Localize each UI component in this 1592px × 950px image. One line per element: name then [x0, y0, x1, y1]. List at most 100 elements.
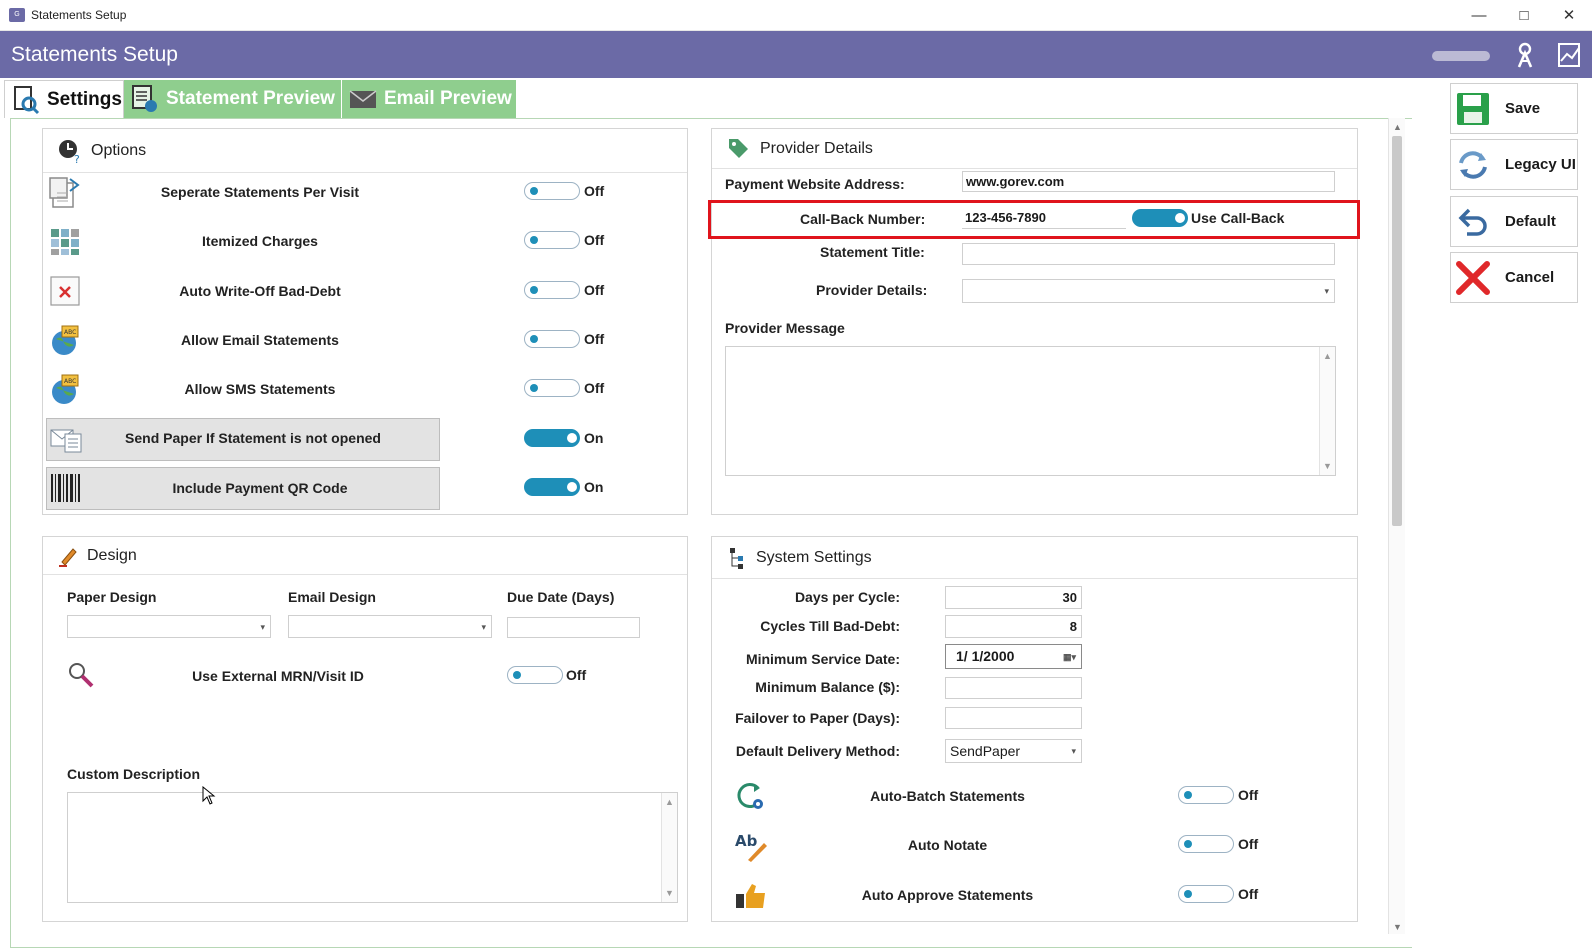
provider-message-label: Provider Message [725, 320, 845, 336]
option-label: Send Paper If Statement is not opened [125, 430, 381, 446]
scroll-down-icon[interactable]: ▼ [665, 888, 674, 898]
auto-batch-toggle[interactable] [1178, 786, 1234, 804]
email-design-label: Email Design [288, 589, 376, 605]
svg-text:Ab: Ab [735, 832, 758, 850]
system-header: System Settings [712, 537, 1357, 579]
allow-sms-toggle[interactable] [524, 379, 580, 397]
spellcheck-pencil-icon: Ab [734, 829, 768, 863]
scroll-up-icon[interactable]: ▲ [1393, 122, 1402, 132]
provider-details-select[interactable]: ▾ [962, 279, 1335, 303]
scroll-down-icon[interactable]: ▼ [1393, 922, 1402, 932]
cycles-bad-debt-label: Cycles Till Bad-Debt: [760, 618, 900, 634]
design-title: Design [87, 546, 137, 564]
scroll-up-icon[interactable]: ▲ [1323, 351, 1332, 361]
refresh-icon [1455, 147, 1493, 183]
auto-notate-toggle[interactable] [1178, 835, 1234, 853]
svg-text:ABC: ABC [64, 378, 76, 385]
red-x-icon [1455, 260, 1493, 296]
tab-settings[interactable]: Settings [4, 80, 124, 118]
due-date-label: Due Date (Days) [507, 589, 615, 605]
allow-email-toggle[interactable] [524, 330, 580, 348]
failover-input[interactable] [945, 707, 1082, 729]
save-button[interactable]: Save [1450, 83, 1578, 134]
page-title: Statements Setup [11, 43, 178, 66]
pencil-icon [57, 545, 79, 567]
external-mrn-label: Use External MRN/Visit ID [192, 668, 364, 684]
toggle-state: Off [584, 282, 605, 298]
envelope-icon [348, 84, 378, 114]
auto-approve-toggle[interactable] [1178, 885, 1234, 903]
options-title: Options [91, 141, 147, 159]
cycles-bad-debt-input[interactable]: 8 [945, 615, 1082, 638]
min-service-date-label: Minimum Service Date: [745, 651, 900, 667]
option-label: Itemized Charges [202, 233, 318, 249]
chevron-down-icon: ▾ [481, 622, 486, 632]
message-scrollbar[interactable]: ▲ ▼ [1319, 347, 1335, 475]
toggle-state: Off [584, 232, 605, 248]
provider-message-textarea[interactable]: ▲ ▼ [725, 346, 1336, 476]
tab-label: Settings [47, 88, 122, 110]
email-design-select[interactable]: ▾ [288, 615, 492, 638]
send-paper-toggle[interactable] [524, 429, 580, 447]
app-header: Statements Setup [0, 31, 1592, 78]
option-label: Allow SMS Statements [184, 381, 336, 397]
tab-statement-preview[interactable]: Statement Preview [124, 80, 341, 118]
maximize-button[interactable]: □ [1501, 4, 1547, 28]
paper-design-select[interactable]: ▾ [67, 615, 271, 638]
chart-icon[interactable] [1557, 41, 1585, 69]
chevron-down-icon: ▾ [1071, 746, 1076, 756]
callback-input[interactable]: 123-456-7890 [962, 208, 1126, 229]
itemized-charges-toggle[interactable] [524, 231, 580, 249]
scroll-down-icon[interactable]: ▼ [1323, 461, 1332, 471]
main-scrollbar[interactable]: ▲ ▼ [1388, 118, 1405, 934]
website-label: Payment Website Address: [725, 176, 905, 192]
legacy-ui-label: Legacy UI [1505, 156, 1576, 173]
delivery-method-label: Default Delivery Method: [735, 743, 900, 759]
refresh-gear-icon [734, 780, 768, 814]
auto-write-off-toggle[interactable] [524, 281, 580, 299]
use-callback-toggle[interactable] [1132, 209, 1188, 227]
external-mrn-toggle[interactable] [507, 666, 563, 684]
statement-title-label: Statement Title: [820, 244, 925, 260]
toggle-state: On [584, 479, 604, 495]
close-button[interactable]: ✕ [1546, 4, 1592, 28]
svg-text:ABC: ABC [64, 329, 76, 336]
user-key-icon[interactable] [1511, 41, 1539, 69]
delivery-method-select[interactable]: SendPaper ▾ [945, 739, 1082, 763]
statement-title-input[interactable] [962, 243, 1335, 265]
include-qr-toggle[interactable] [524, 478, 580, 496]
days-per-cycle-input[interactable]: 30 [945, 586, 1082, 609]
minimize-button[interactable]: — [1456, 4, 1502, 28]
scrollbar-thumb[interactable] [1392, 136, 1402, 526]
save-label: Save [1505, 100, 1541, 117]
floppy-disk-icon [1455, 91, 1493, 127]
magnifier-icon [66, 660, 100, 694]
globe-abc-icon: ABC [48, 323, 82, 357]
default-button[interactable]: Default [1450, 196, 1578, 247]
system-title: System Settings [756, 548, 872, 566]
min-balance-input[interactable] [945, 677, 1082, 699]
description-scrollbar[interactable]: ▲ ▼ [661, 793, 677, 902]
window-titlebar: G Statements Setup — □ ✕ [0, 0, 1592, 31]
scroll-up-icon[interactable]: ▲ [665, 797, 674, 807]
use-callback-label: Use Call-Back [1191, 210, 1285, 226]
tab-email-preview[interactable]: Email Preview [342, 80, 516, 118]
split-document-icon [48, 175, 82, 209]
due-date-input[interactable] [507, 617, 640, 638]
svg-text:?: ? [74, 153, 80, 164]
option-label: Allow Email Statements [181, 332, 339, 348]
custom-description-textarea[interactable]: ▲ ▼ [67, 792, 678, 903]
legacy-ui-button[interactable]: Legacy UI [1450, 139, 1578, 190]
globe-abc-icon: ABC [48, 372, 82, 406]
website-input[interactable]: www.gorev.com [962, 171, 1335, 192]
toggle-state: Off [1238, 886, 1259, 902]
option-label: Include Payment QR Code [172, 480, 348, 496]
cancel-button[interactable]: Cancel [1450, 252, 1578, 303]
provider-title: Provider Details [760, 139, 873, 157]
option-label: Seperate Statements Per Visit [160, 184, 360, 200]
provider-details-label: Provider Details: [816, 282, 928, 298]
calendar-icon[interactable]: ▦▾ [1063, 646, 1076, 668]
separate-statements-toggle[interactable] [524, 182, 580, 200]
min-service-date-picker[interactable]: 1/ 1/2000 ▦▾ [945, 644, 1082, 669]
callback-label: Call-Back Number: [800, 211, 926, 227]
